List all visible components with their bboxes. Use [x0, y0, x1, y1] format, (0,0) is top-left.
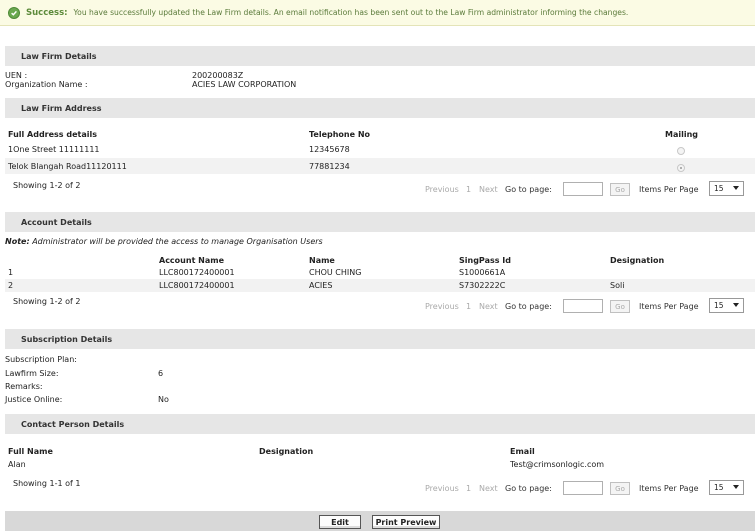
- remarks-label: Remarks:: [5, 382, 43, 391]
- account-pager-next[interactable]: Next: [479, 302, 498, 311]
- justice-online-label: Justice Online:: [5, 395, 63, 404]
- contact-row-1-name: Alan: [8, 460, 26, 469]
- mailing-radio-2[interactable]: [677, 164, 685, 172]
- contact-pager-previous[interactable]: Previous: [425, 484, 459, 493]
- col-contact-designation: Designation: [259, 447, 314, 456]
- contact-pager-page[interactable]: 1: [466, 484, 471, 493]
- col-name: Name: [309, 256, 335, 265]
- contact-pager-showing: Showing 1-1 of 1: [13, 479, 81, 488]
- account-row-2-name: ACIES: [309, 281, 333, 290]
- contact-goto-input[interactable]: [563, 481, 603, 495]
- caret-down-icon: [733, 303, 739, 307]
- account-items-per-page-select[interactable]: 15: [709, 298, 744, 313]
- address-pager-goto-label: Go to page:: [505, 185, 552, 194]
- contact-go-button[interactable]: Go: [610, 482, 630, 495]
- success-message: You have successfully updated the Law Fi…: [73, 8, 629, 17]
- account-goto-input[interactable]: [563, 299, 603, 313]
- org-name-value: ACIES LAW CORPORATION: [192, 80, 297, 89]
- account-pager-goto-label: Go to page:: [505, 302, 552, 311]
- col-singpass-id: SingPass Id: [459, 256, 511, 265]
- contact-pager-goto-label: Go to page:: [505, 484, 552, 493]
- check-circle-icon: [8, 6, 20, 19]
- account-row-2-singpass: S7302222C: [459, 281, 506, 290]
- section-law-firm-details: Law Firm Details: [5, 46, 755, 66]
- account-pager-page[interactable]: 1: [466, 302, 471, 311]
- account-row-2-no: 2: [8, 281, 14, 290]
- contact-pager-next[interactable]: Next: [479, 484, 498, 493]
- col-full-address: Full Address details: [8, 130, 97, 139]
- account-pager-showing: Showing 1-2 of 2: [13, 297, 81, 306]
- account-note: Note: Administrator will be provided the…: [5, 237, 323, 246]
- address-pager-next[interactable]: Next: [479, 185, 498, 194]
- mailing-radio-1[interactable]: [677, 147, 685, 155]
- justice-online-value: No: [158, 395, 169, 404]
- address-row-2-phone: 77881234: [309, 162, 350, 171]
- lawfirm-size-label: Lawfirm Size:: [5, 369, 59, 378]
- per-page-value: 15: [714, 184, 724, 193]
- address-row-1-phone: 12345678: [309, 145, 350, 154]
- address-goto-input[interactable]: [563, 182, 603, 196]
- section-contact-person: Contact Person Details: [5, 414, 755, 434]
- section-account-details: Account Details: [5, 212, 755, 232]
- account-items-per-page-label: Items Per Page: [639, 302, 699, 311]
- edit-button[interactable]: Edit: [319, 515, 361, 529]
- print-preview-button[interactable]: Print Preview: [372, 515, 440, 529]
- address-pager-showing: Showing 1-2 of 2: [13, 181, 81, 190]
- address-row-1-address: 1One Street 11111111: [8, 145, 100, 154]
- col-telephone: Telephone No: [309, 130, 371, 139]
- table-row: [5, 279, 755, 292]
- account-row-2-account: LLC800172400001: [159, 281, 235, 290]
- account-pager-previous[interactable]: Previous: [425, 302, 459, 311]
- caret-down-icon: [733, 186, 739, 190]
- lawfirm-size-value: 6: [158, 369, 164, 378]
- address-pager-page[interactable]: 1: [466, 185, 471, 194]
- contact-items-per-page-label: Items Per Page: [639, 484, 699, 493]
- per-page-value: 15: [714, 483, 724, 492]
- section-law-firm-address: Law Firm Address: [5, 98, 755, 118]
- success-banner: Success: You have successfully updated t…: [0, 0, 755, 26]
- address-pager-previous[interactable]: Previous: [425, 185, 459, 194]
- account-row-1-name: CHOU CHING: [309, 268, 362, 277]
- subscription-plan-label: Subscription Plan:: [5, 355, 77, 364]
- address-items-per-page-select[interactable]: 15: [709, 181, 744, 196]
- per-page-value: 15: [714, 301, 724, 310]
- account-row-1-no: 1: [8, 268, 14, 277]
- col-email: Email: [510, 447, 535, 456]
- col-designation: Designation: [610, 256, 665, 265]
- uen-label: UEN :: [5, 71, 28, 80]
- address-go-button[interactable]: Go: [610, 183, 630, 196]
- col-account-name: Account Name: [159, 256, 225, 265]
- contact-row-1-email: Test@crimsonlogic.com: [510, 460, 605, 469]
- col-full-name: Full Name: [8, 447, 53, 456]
- success-label: Success:: [26, 7, 68, 18]
- address-row-2-address: Telok Blangah Road11120111: [8, 162, 127, 171]
- account-row-1-account: LLC800172400001: [159, 268, 235, 277]
- contact-items-per-page-select[interactable]: 15: [709, 480, 744, 495]
- uen-value: 200200083Z: [192, 71, 244, 80]
- section-subscription-details: Subscription Details: [5, 329, 755, 349]
- account-row-2-designation: Soli: [610, 281, 625, 290]
- account-go-button[interactable]: Go: [610, 300, 630, 313]
- caret-down-icon: [733, 485, 739, 489]
- account-row-1-singpass: S1000661A: [459, 268, 506, 277]
- col-mailing: Mailing: [665, 130, 699, 139]
- org-name-label: Organization Name :: [5, 80, 88, 89]
- address-items-per-page-label: Items Per Page: [639, 185, 699, 194]
